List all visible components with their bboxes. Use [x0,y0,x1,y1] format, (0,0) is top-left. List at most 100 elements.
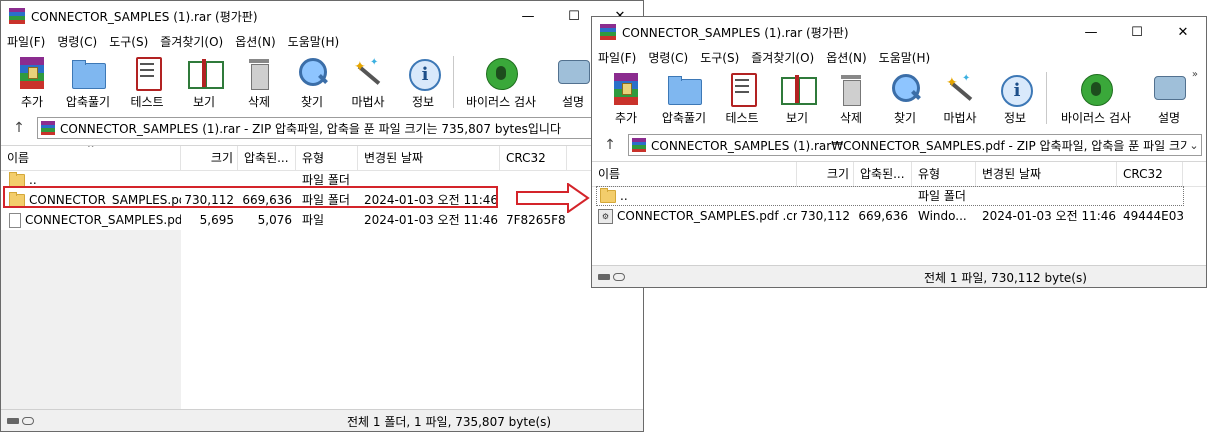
toolbar-button-add-archive[interactable]: 추가 [7,51,57,113]
delete-trash-icon [241,55,277,91]
find-magnifier-icon [887,71,923,107]
menu-commands[interactable]: 명령(C) [642,49,694,66]
column-name[interactable]: 이름 ^ [1,146,181,170]
toolbar-button-delete-trash[interactable]: 삭제 [233,51,285,113]
cmd-file-icon: ⚙ [598,208,613,224]
toolbar-overflow-icon[interactable]: » [1192,69,1198,80]
menu-options[interactable]: 옵션(N) [820,49,872,66]
status-text: 전체 1 폴더, 1 파일, 735,807 byte(s) [347,414,552,429]
toolbar-button-view-book[interactable]: 보기 [770,67,824,129]
close-button[interactable]: ✕ [1160,17,1206,47]
column-size[interactable]: 크기 [181,146,238,170]
menu-options[interactable]: 옵션(N) [229,33,281,50]
toolbar-button-virus-scan[interactable]: 바이러스 검사 [1051,67,1141,129]
menu-bar: 파일(F) 명령(C) 도구(S) 즐겨찾기(O) 옵션(N) 도움말(H) [1,31,643,51]
minimize-button[interactable]: — [505,1,551,31]
maximize-button[interactable]: ☐ [1114,17,1160,47]
column-type-label: 유형 [918,167,941,181]
toolbar-button-find-magnifier[interactable]: 찾기 [878,67,932,129]
menu-tools[interactable]: 도구(S) [103,33,154,50]
comment-icon [1151,71,1187,107]
toolbar-button-view-book[interactable]: 보기 [175,51,233,113]
winrar-window-inner: CONNECTOR_SAMPLES (1).rar (평가판) — ☐ ✕ 파일… [591,16,1207,288]
test-checklist-icon [724,71,760,107]
menu-help[interactable]: 도움말(H) [873,49,937,66]
column-crc[interactable]: CRC32 [1117,162,1183,186]
key-icon[interactable] [613,273,625,281]
toolbar-button-label: 압축풀기 [661,111,707,125]
column-name[interactable]: 이름 [592,162,797,186]
menu-favorites[interactable]: 즐겨찾기(O) [154,33,229,50]
toolbar-button-extract-folder[interactable]: 압축풀기 [654,67,714,129]
table-row-focused[interactable]: .. 파일 폴더 [596,186,1184,206]
column-packed-label: 압축된... [244,151,289,165]
menu-file[interactable]: 파일(F) [592,49,642,66]
window-title: CONNECTOR_SAMPLES (1).rar (평가판) [31,9,258,24]
column-name-label: 이름 [598,167,621,181]
key-icon[interactable] [22,417,34,425]
address-field[interactable]: CONNECTOR_SAMPLES (1).rar - ZIP 압축파일, 압축… [37,117,639,139]
winrar-app-icon [600,24,616,40]
highlight-box [3,186,498,208]
row-name: .. [620,189,628,203]
row-modified: 2024-01-03 오전 11:46 [364,213,499,227]
column-modified[interactable]: 변경된 날짜 [358,146,500,170]
toolbar-button-test-checklist[interactable]: 테스트 [714,67,770,129]
toolbar-button-label: 마법사 [351,95,385,109]
wizard-wand-icon: ✦ ✦ [350,55,386,91]
toolbar-button-wizard-wand[interactable]: ✦ ✦ 마법사 [932,67,988,129]
winrar-app-icon [9,8,25,24]
file-list: .. 파일 폴더 ⚙ CONNECTOR_SAMPLES.pdf .cmd 730… [592,186,1206,264]
toolbar-button-delete-trash[interactable]: 삭제 [824,67,878,129]
drive-icon[interactable] [7,418,19,424]
column-crc-label: CRC32 [1123,167,1163,181]
extract-folder-icon [666,71,702,107]
toolbar: 추가 압축풀기 테스트 보기 삭제 찾기 ✦ ✦ 마법사 i 정보 바이러스 검사 설명 [592,67,1206,129]
column-crc[interactable]: CRC32 [500,146,567,170]
toolbar-button-virus-scan[interactable]: 바이러스 검사 [458,51,544,113]
toolbar-button-comment[interactable]: 설명 [1141,67,1197,129]
row-type: Windo... [918,209,967,223]
row-packed: 5,076 [257,213,292,227]
menu-help[interactable]: 도움말(H) [282,33,346,50]
column-size[interactable]: 크기 [797,162,854,186]
toolbar-button-label: 삭제 [247,95,271,109]
address-field[interactable]: CONNECTOR_SAMPLES (1).rar₩CONNECTOR_SAMP… [628,134,1202,156]
row-type: 파일 폴더 [918,189,966,203]
chevron-down-icon[interactable]: ⌄ [1187,139,1201,152]
toolbar-button-label: 찾기 [300,95,324,109]
toolbar-button-wizard-wand[interactable]: ✦ ✦ 마법사 [339,51,397,113]
drive-icon[interactable] [598,274,610,280]
column-type[interactable]: 유형 [296,146,358,170]
table-row[interactable]: ⚙ CONNECTOR_SAMPLES.pdf .cmd 730,112 669,… [592,206,1183,226]
toolbar-button-test-checklist[interactable]: 테스트 [119,51,175,113]
column-size-label: 크기 [826,167,849,181]
toolbar-button-info[interactable]: i 정보 [397,51,449,113]
menu-commands[interactable]: 명령(C) [51,33,103,50]
column-type[interactable]: 유형 [912,162,976,186]
row-modified: 2024-01-03 오전 11:46 [982,209,1117,223]
menu-tools[interactable]: 도구(S) [694,49,745,66]
toolbar-button-info[interactable]: i 정보 [988,67,1042,129]
info-icon: i [405,55,441,91]
minimize-button[interactable]: — [1068,17,1114,47]
toolbar-button-find-magnifier[interactable]: 찾기 [285,51,339,113]
menu-file[interactable]: 파일(F) [1,33,51,50]
toolbar-button-add-archive[interactable]: 추가 [598,67,654,129]
up-folder-button[interactable]: ↑ [592,137,628,153]
title-bar[interactable]: CONNECTOR_SAMPLES (1).rar (평가판) — ☐ ✕ [1,1,643,31]
menu-favorites[interactable]: 즐겨찾기(O) [745,49,820,66]
view-book-icon [779,71,817,107]
view-book-icon [186,55,224,91]
table-row[interactable]: CONNECTOR_SAMPLES.pdf 5,695 5,076 파일 202… [1,210,567,230]
status-bar: 전체 1 폴더, 1 파일, 735,807 byte(s) [1,409,643,431]
toolbar-button-extract-folder[interactable]: 압축풀기 [57,51,119,113]
up-folder-button[interactable]: ↑ [1,120,37,136]
column-modified[interactable]: 변경된 날짜 [976,162,1117,186]
column-packed[interactable]: 압축된... [854,162,912,186]
virus-scan-icon [483,55,519,91]
row-crc [1117,186,1183,206]
column-packed[interactable]: 압축된... [238,146,296,170]
title-bar[interactable]: CONNECTOR_SAMPLES (1).rar (평가판) — ☐ ✕ [592,17,1206,47]
column-name-label: 이름 [7,151,30,165]
